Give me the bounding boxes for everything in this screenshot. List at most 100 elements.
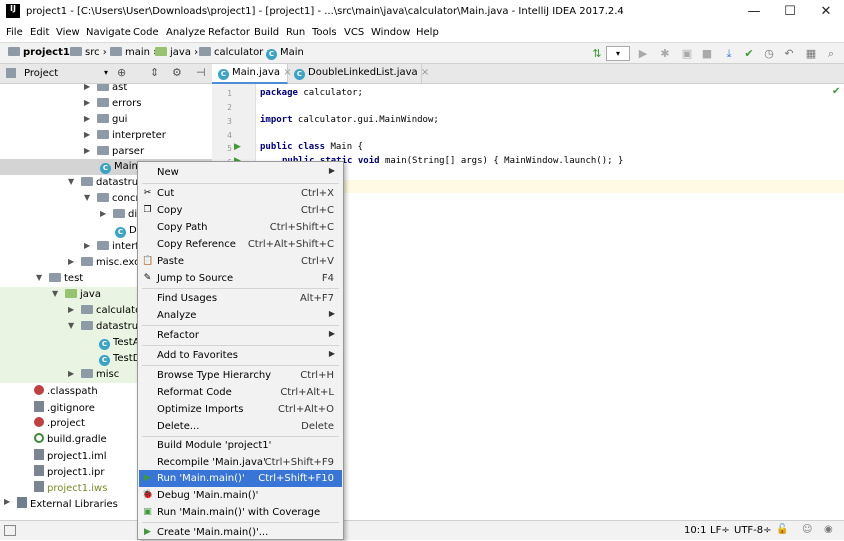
breadcrumb-project1[interactable]: project1 › <box>8 47 77 58</box>
menu-item-copy-path[interactable]: Copy Path Ctrl+Shift+C <box>139 219 342 236</box>
event-log-icon[interactable]: ◉ <box>824 524 833 535</box>
menu-view[interactable]: View <box>56 27 80 38</box>
menu-item-run-main[interactable]: ▶ Run 'Main.main()' Ctrl+Shift+F10 <box>139 470 342 487</box>
run-icon[interactable]: ▶ <box>636 47 650 61</box>
expand-icon[interactable]: ▶ <box>100 209 106 218</box>
file-encoding[interactable]: UTF-8÷ <box>734 525 772 536</box>
tab-main-java[interactable]: C Main.java × <box>212 64 292 84</box>
run-gutter-icon[interactable]: ▶ <box>234 142 241 152</box>
vcs-commit-icon[interactable]: ✔ <box>742 47 756 61</box>
stop-icon[interactable]: ■ <box>700 47 714 61</box>
maximize-button[interactable]: ☐ <box>772 0 808 24</box>
vcs-history-icon[interactable]: ◷ <box>762 47 776 61</box>
collapse-icon[interactable]: ⇕ <box>150 66 159 79</box>
collapse-arrow-icon[interactable]: ▼ <box>84 193 90 202</box>
run-config-dropdown[interactable]: ▾ <box>606 46 630 61</box>
hide-icon[interactable]: ⊣ <box>196 66 206 79</box>
menu-refactor[interactable]: Refactor <box>208 27 250 38</box>
menu-item-new[interactable]: New ▶ <box>139 164 342 181</box>
collapse-arrow-icon[interactable]: ▼ <box>68 321 74 330</box>
menu-item-copy-reference[interactable]: Copy Reference Ctrl+Alt+Shift+C <box>139 236 342 253</box>
menu-run[interactable]: Run <box>286 27 305 38</box>
tree-item-errors[interactable]: ▶ errors <box>0 96 212 112</box>
create-config-icon: ▶ <box>144 527 151 537</box>
project-structure-icon[interactable]: ▦ <box>804 47 818 61</box>
menu-help[interactable]: Help <box>416 27 439 38</box>
expand-icon[interactable]: ▶ <box>4 497 10 506</box>
menu-item-cut[interactable]: ✂ Cut Ctrl+X <box>139 185 342 202</box>
close-button[interactable]: ✕ <box>808 0 844 24</box>
breadcrumb-main-class[interactable]: C Main <box>266 47 304 60</box>
revert-icon[interactable]: ↶ <box>782 47 796 61</box>
menu-tools[interactable]: Tools <box>312 27 337 38</box>
minimize-button[interactable]: — <box>736 0 772 24</box>
close-tab-icon[interactable]: × <box>421 67 429 78</box>
lock-icon[interactable]: 🔓 <box>776 524 788 535</box>
breadcrumb-java[interactable]: java › <box>155 47 198 58</box>
menu-item-analyze[interactable]: Analyze ▶ <box>139 307 342 324</box>
folder-icon <box>70 47 82 56</box>
menu-item-refactor[interactable]: Refactor ▶ <box>139 327 342 344</box>
menu-item-copy[interactable]: ❐ Copy Ctrl+C <box>139 202 342 219</box>
menu-item-recompile[interactable]: Recompile 'Main.java' Ctrl+Shift+F9 <box>139 454 342 471</box>
menu-window[interactable]: Window <box>371 27 410 38</box>
expand-icon[interactable]: ▶ <box>84 146 90 155</box>
expand-icon[interactable]: ▶ <box>68 369 74 378</box>
expand-icon[interactable]: ▶ <box>84 114 90 123</box>
menu-item-paste[interactable]: 📋 Paste Ctrl+V <box>139 253 342 270</box>
line-separator[interactable]: LF÷ <box>710 525 730 536</box>
menu-item-debug-main[interactable]: 🐞 Debug 'Main.main()' <box>139 487 342 504</box>
dropdown-icon[interactable]: ▾ <box>104 68 108 77</box>
menu-item-find-usages[interactable]: Find Usages Alt+F7 <box>139 290 342 307</box>
coverage-icon[interactable]: ▣ <box>680 47 694 61</box>
menu-item-reformat-code[interactable]: Reformat Code Ctrl+Alt+L <box>139 384 342 401</box>
breadcrumb-calculator[interactable]: calculator › <box>199 47 270 58</box>
breadcrumb-main[interactable]: main › <box>110 47 157 58</box>
tool-window-icon[interactable] <box>4 525 16 536</box>
code-editor[interactable]: package calculator; import calculator.gu… <box>256 84 844 520</box>
expand-icon[interactable]: ▶ <box>68 257 74 266</box>
menu-code[interactable]: Code <box>133 27 159 38</box>
menu-item-build-module[interactable]: Build Module 'project1' <box>139 437 342 454</box>
debug-icon[interactable]: ✱ <box>658 47 672 61</box>
tree-item-interpreter[interactable]: ▶ interpreter <box>0 128 212 144</box>
menu-item-delete[interactable]: Delete... Delete <box>139 418 342 435</box>
caret-position[interactable]: 10:1 <box>684 525 706 536</box>
inspector-icon[interactable]: ☺ <box>802 524 812 535</box>
tab-doublelinkedlist-java[interactable]: C DoubleLinkedList.java × <box>288 64 429 84</box>
menu-analyze[interactable]: Analyze <box>166 27 205 38</box>
tree-item-parser[interactable]: ▶ parser <box>0 144 212 160</box>
menu-item-label: Create 'Main.main()'... <box>157 527 269 538</box>
expand-icon[interactable]: ▶ <box>84 130 90 139</box>
collapse-arrow-icon[interactable]: ▼ <box>52 289 58 298</box>
menu-item-jump-to-source[interactable]: ✎ Jump to Source F4 <box>139 270 342 287</box>
expand-icon[interactable]: ▶ <box>84 98 90 107</box>
breadcrumb-label: project1 <box>23 47 70 58</box>
expand-icon[interactable]: ▶ <box>84 241 90 250</box>
menu-item-browse-type-hierarchy[interactable]: Browse Type Hierarchy Ctrl+H <box>139 367 342 384</box>
project-panel-title[interactable]: Project <box>24 68 58 79</box>
tree-item-ast[interactable]: ▶ ast <box>0 84 212 96</box>
expand-icon[interactable]: ▶ <box>84 84 90 91</box>
menu-item-optimize-imports[interactable]: Optimize Imports Ctrl+Alt+O <box>139 401 342 418</box>
menu-item-run-with-coverage[interactable]: ▣ Run 'Main.main()' with Coverage <box>139 504 342 521</box>
collapse-arrow-icon[interactable]: ▼ <box>36 273 42 282</box>
menu-file[interactable]: File <box>6 27 23 38</box>
menu-vcs[interactable]: VCS <box>344 27 364 38</box>
build-icon[interactable]: ⇅ <box>590 47 604 61</box>
vcs-update-icon[interactable]: ⤓ <box>722 47 736 61</box>
menu-edit[interactable]: Edit <box>30 27 49 38</box>
breadcrumb-src[interactable]: src › <box>70 47 107 58</box>
search-icon[interactable]: ⌕ <box>824 47 838 61</box>
tree-label: build.gradle <box>47 434 107 445</box>
menu-item-add-to-favorites[interactable]: Add to Favorites ▶ <box>139 347 342 364</box>
menu-shortcut: Ctrl+Alt+L <box>280 387 334 398</box>
menu-navigate[interactable]: Navigate <box>86 27 131 38</box>
menu-build[interactable]: Build <box>254 27 279 38</box>
menu-item-create-main[interactable]: ▶ Create 'Main.main()'... <box>139 524 342 541</box>
tree-item-gui[interactable]: ▶ gui <box>0 112 212 128</box>
collapse-arrow-icon[interactable]: ▼ <box>68 177 74 186</box>
target-icon[interactable]: ⊕ <box>117 66 126 79</box>
expand-icon[interactable]: ▶ <box>68 305 74 314</box>
gear-icon[interactable]: ⚙ <box>172 66 182 79</box>
